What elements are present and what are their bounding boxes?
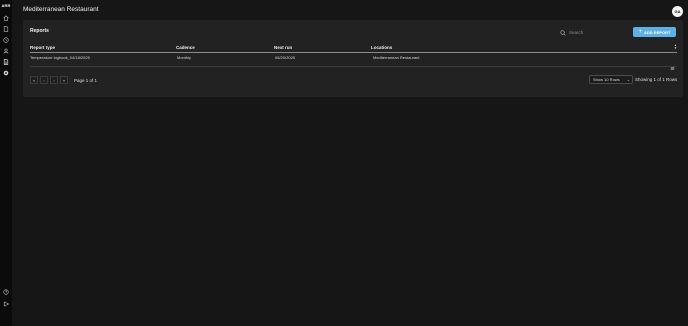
logout-icon <box>3 301 9 307</box>
page-title: Mediterranean Restaurant <box>23 6 99 13</box>
column-header-next-run[interactable]: Next run <box>274 45 292 50</box>
sidebar-item-users[interactable] <box>2 47 11 55</box>
sidebar-item-reports[interactable] <box>2 58 11 66</box>
user-icon <box>3 48 9 54</box>
app-logo: ARR <box>1 3 11 8</box>
plus-icon: + <box>638 29 643 35</box>
showing-count: Showing 1 of 1 Rows <box>635 77 678 82</box>
sidebar: ARR <box>0 0 12 326</box>
rows-per-page-select[interactable]: Show 10 Rows ⌄ <box>589 75 633 84</box>
column-header-locations[interactable]: Locations <box>371 45 392 50</box>
search-icon <box>560 29 566 36</box>
first-page-button[interactable]: « <box>30 76 38 84</box>
rows-per-page-value: Show 10 Rows <box>593 77 620 82</box>
clock-icon <box>3 37 9 43</box>
badge-icon <box>3 70 9 76</box>
menu-icon <box>670 67 675 70</box>
add-report-label: ADD REPORT <box>644 29 671 35</box>
pagination: « ‹ › » Page 1 of 1 <box>30 76 97 84</box>
avatar[interactable]: GA <box>672 6 683 17</box>
row-menu-button[interactable] <box>670 58 675 70</box>
column-header-cadence[interactable]: Cadence <box>176 45 195 50</box>
help-icon <box>3 289 9 295</box>
report-icon <box>3 59 9 65</box>
reports-title: Reports <box>30 28 49 34</box>
table-row[interactable]: Temperature logbook_04/18/2025 Monthly 0… <box>30 53 677 70</box>
sidebar-item-history[interactable] <box>2 36 11 44</box>
double-chevron-right-icon: » <box>62 77 66 83</box>
sidebar-item-badge[interactable] <box>2 69 11 77</box>
header: Mediterranean Restaurant GA <box>12 0 688 20</box>
prev-page-button[interactable]: ‹ <box>40 76 48 84</box>
table-header: Report type Cadence Next run Locations ▲… <box>30 44 677 53</box>
document-icon <box>3 26 9 32</box>
reports-table: Report type Cadence Next run Locations ▲… <box>30 44 677 70</box>
chevron-down-icon: ⌄ <box>626 77 630 82</box>
sidebar-item-help[interactable] <box>2 288 11 296</box>
search-input[interactable] <box>569 30 609 35</box>
reports-card: Reports + ADD REPORT Report type Cadence… <box>23 20 683 97</box>
next-page-button[interactable]: › <box>50 76 58 84</box>
cell-cadence: Monthly <box>177 55 192 60</box>
sidebar-bottom <box>0 288 12 308</box>
sort-down-icon: ▼ <box>674 46 677 50</box>
cell-next-run: 06/20/2025 <box>275 55 296 60</box>
sidebar-item-home[interactable] <box>2 14 11 22</box>
sidebar-item-logout[interactable] <box>2 300 11 308</box>
chevron-left-icon: ‹ <box>43 77 45 83</box>
chevron-right-icon: › <box>53 77 55 83</box>
double-chevron-left-icon: « <box>32 77 36 83</box>
search-box <box>560 28 615 37</box>
last-page-button[interactable]: » <box>60 76 68 84</box>
sidebar-nav <box>2 14 11 77</box>
page-info: Page 1 of 1 <box>74 77 98 83</box>
sidebar-item-documents[interactable] <box>2 25 11 33</box>
home-icon <box>3 15 9 21</box>
add-report-button[interactable]: + ADD REPORT <box>633 27 676 37</box>
cell-report-type: Temperature logbook_04/18/2025 <box>30 55 90 60</box>
sort-arrows-icon[interactable]: ▲ ▼ <box>674 44 677 50</box>
column-header-report-type[interactable]: Report type <box>30 45 55 50</box>
cell-locations: Mediterranean Restaurant <box>373 55 420 60</box>
